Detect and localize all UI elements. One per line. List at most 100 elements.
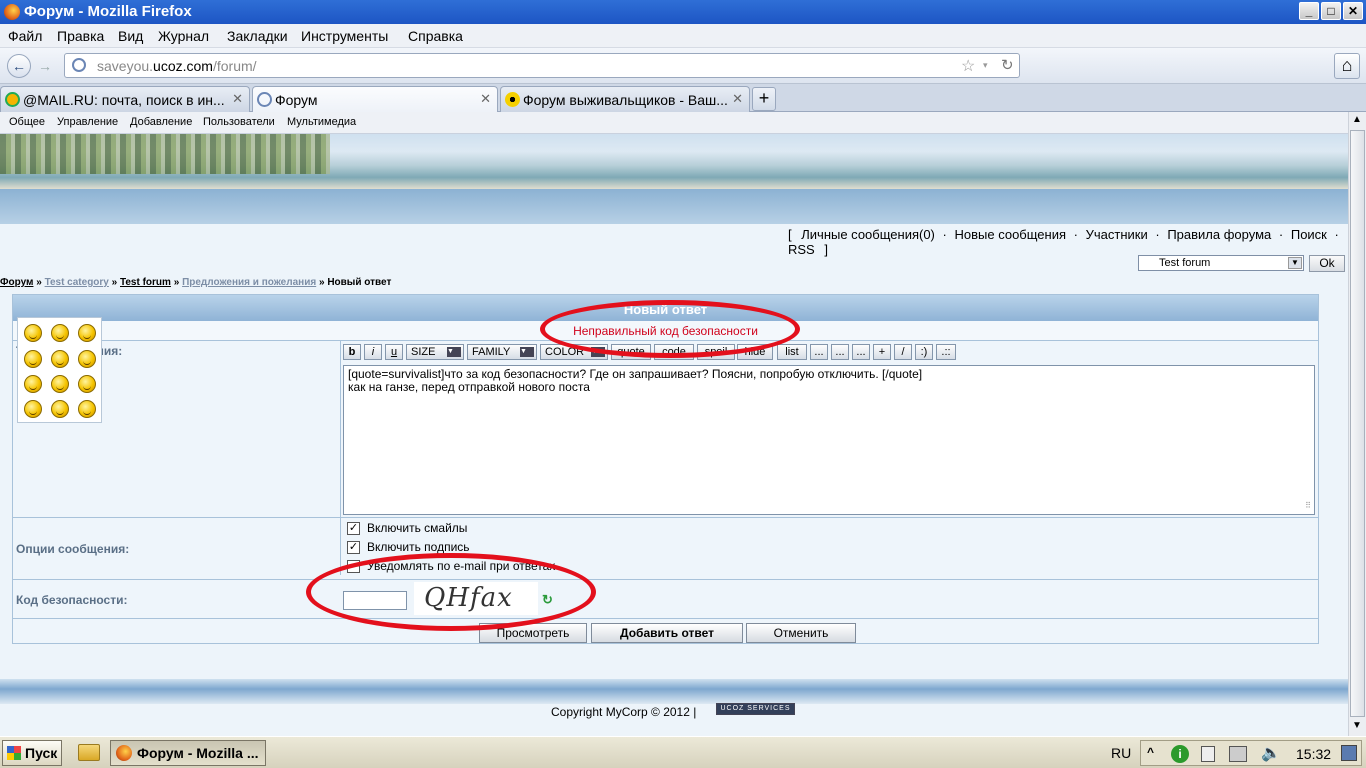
- history-dropdown-icon[interactable]: ▾: [983, 60, 988, 71]
- tab-close-icon[interactable]: ✕: [732, 91, 743, 107]
- chevron-down-icon[interactable]: ▼: [1288, 257, 1302, 269]
- size-select[interactable]: SIZE ▼: [406, 344, 464, 360]
- url-text[interactable]: saveyou.ucoz.com/forum/: [97, 58, 257, 74]
- smiley-laugh-icon[interactable]: [51, 324, 69, 342]
- family-select[interactable]: FAMILY ▼: [467, 344, 537, 360]
- signature-checkbox[interactable]: ✓: [347, 541, 360, 554]
- site-identity-icon[interactable]: [72, 58, 86, 72]
- volume-icon[interactable]: 🔈: [1261, 743, 1281, 763]
- show-desktop-icon[interactable]: [1341, 745, 1357, 761]
- device-icon[interactable]: [1201, 746, 1215, 762]
- smiley-sad-icon[interactable]: [51, 350, 69, 368]
- message-textarea[interactable]: [quote=survivalist]что за код безопаснос…: [343, 365, 1315, 515]
- scroll-down-icon[interactable]: ▼: [1352, 720, 1362, 731]
- url-bar[interactable]: saveyou.ucoz.com/forum/ ☆ ▾ ↻: [64, 53, 1020, 78]
- jump-ok-button[interactable]: Ok: [1309, 255, 1345, 272]
- smiley-surprised-icon[interactable]: [78, 375, 96, 393]
- chevron-down-icon[interactable]: ▼: [447, 347, 461, 357]
- smiley-tongue-icon[interactable]: [24, 400, 42, 418]
- link-rss[interactable]: RSS: [788, 242, 815, 257]
- chevron-down-icon[interactable]: ▼: [520, 347, 534, 357]
- smiley-confused-icon[interactable]: [24, 375, 42, 393]
- smiley-shock-icon[interactable]: [24, 350, 42, 368]
- minimize-button[interactable]: _: [1299, 2, 1319, 20]
- submit-reply-button[interactable]: Добавить ответ: [591, 623, 743, 643]
- toolbar-plus-button[interactable]: +: [873, 344, 891, 360]
- maximize-button[interactable]: □: [1321, 2, 1341, 20]
- clock[interactable]: 15:32: [1296, 746, 1331, 762]
- forward-button[interactable]: →: [33, 54, 57, 78]
- crumb-category[interactable]: Test category: [45, 277, 109, 288]
- scroll-thumb[interactable]: [1350, 130, 1365, 717]
- smiley-wink-icon[interactable]: [78, 400, 96, 418]
- link-members[interactable]: Участники: [1086, 227, 1148, 242]
- new-tab-button[interactable]: +: [752, 87, 776, 111]
- toolbar-slash-button[interactable]: /: [894, 344, 912, 360]
- network-icon[interactable]: [1229, 746, 1247, 762]
- reload-icon[interactable]: ↻: [1001, 56, 1014, 74]
- row-divider: [13, 579, 1318, 580]
- tab-survival-forum[interactable]: Форум выживальщиков - Ваш... ✕: [500, 86, 750, 112]
- language-indicator[interactable]: RU: [1111, 745, 1131, 761]
- ucoz-badge[interactable]: UCOZ SERVICES: [716, 703, 795, 715]
- underline-button[interactable]: u: [385, 344, 403, 360]
- bookmark-multimedia[interactable]: Мультимедиа: [287, 116, 356, 128]
- bold-button[interactable]: b: [343, 344, 361, 360]
- menu-tools[interactable]: Инструменты: [301, 28, 388, 44]
- menu-history[interactable]: Журнал: [158, 28, 209, 44]
- home-icon[interactable]: ⌂: [1334, 53, 1360, 79]
- scroll-up-icon[interactable]: ▲: [1352, 114, 1362, 125]
- tab-forum[interactable]: Форум ✕: [252, 86, 498, 112]
- vertical-scrollbar[interactable]: ▲ ▼: [1348, 112, 1366, 736]
- italic-button[interactable]: i: [364, 344, 382, 360]
- tab-close-icon[interactable]: ✕: [480, 91, 491, 107]
- info-icon[interactable]: i: [1171, 745, 1189, 763]
- menu-help[interactable]: Справка: [408, 28, 463, 44]
- smileys-checkbox[interactable]: ✓: [347, 522, 360, 535]
- menu-view[interactable]: Вид: [118, 28, 143, 44]
- bookmark-add[interactable]: Добавление: [130, 116, 192, 128]
- bookmark-management[interactable]: Управление: [57, 116, 118, 128]
- radiation-favicon: [505, 92, 520, 107]
- link-new-messages[interactable]: Новые сообщения: [954, 227, 1066, 242]
- tray-expand-icon[interactable]: ^: [1147, 745, 1154, 759]
- cancel-button[interactable]: Отменить: [746, 623, 856, 643]
- menu-file[interactable]: Файл: [8, 28, 42, 44]
- smiley-smile-icon[interactable]: [51, 375, 69, 393]
- taskbar-firefox-window[interactable]: Форум - Mozilla ...: [110, 740, 266, 766]
- forum-jump-select[interactable]: Test forum ▼: [1138, 255, 1304, 271]
- tab-close-icon[interactable]: ✕: [232, 91, 243, 107]
- link-private-messages[interactable]: Личные сообщения(0): [801, 227, 935, 242]
- back-button[interactable]: ←: [7, 54, 31, 78]
- link-forum-rules[interactable]: Правила форума: [1167, 227, 1271, 242]
- resize-grip-icon[interactable]: ⠿: [1305, 499, 1311, 512]
- tab-mailru[interactable]: @MAIL.RU: почта, поиск в ин... ✕: [0, 86, 250, 112]
- close-button[interactable]: ✕: [1343, 2, 1363, 20]
- bookmark-general[interactable]: Общее: [9, 116, 45, 128]
- menu-edit[interactable]: Правка: [57, 28, 104, 44]
- folder-icon[interactable]: [78, 744, 100, 761]
- smiley-angry-icon[interactable]: [24, 324, 42, 342]
- start-button[interactable]: Пуск: [2, 740, 62, 766]
- family-label: FAMILY: [472, 346, 511, 358]
- list-button[interactable]: list: [777, 344, 807, 360]
- crumb-subforum[interactable]: Test forum: [120, 277, 171, 288]
- menu-bookmarks[interactable]: Закладки: [227, 28, 288, 44]
- smileys-option-label: Включить смайлы: [367, 521, 468, 535]
- toolbar-extra-button[interactable]: .::: [936, 344, 956, 360]
- crumb-forum[interactable]: Форум: [0, 277, 33, 288]
- crumb-separator: »: [318, 277, 325, 288]
- smiley-cool-icon[interactable]: [78, 324, 96, 342]
- bookmark-users[interactable]: Пользователи: [203, 116, 275, 128]
- smiley-happy-icon[interactable]: [78, 350, 96, 368]
- toolbar-more-3[interactable]: ...: [852, 344, 870, 360]
- toolbar-more-1[interactable]: ...: [810, 344, 828, 360]
- smiley-dizzy-icon[interactable]: [51, 400, 69, 418]
- crumb-topic[interactable]: Предложения и пожелания: [182, 277, 316, 288]
- copyright-text: Copyright MyCorp © 2012 |: [551, 705, 697, 719]
- toolbar-smile-button[interactable]: :): [915, 344, 933, 360]
- toolbar-more-2[interactable]: ...: [831, 344, 849, 360]
- star-icon[interactable]: ☆: [961, 56, 975, 76]
- link-search[interactable]: Поиск: [1291, 227, 1327, 242]
- footer-water-decoration: [0, 679, 1348, 704]
